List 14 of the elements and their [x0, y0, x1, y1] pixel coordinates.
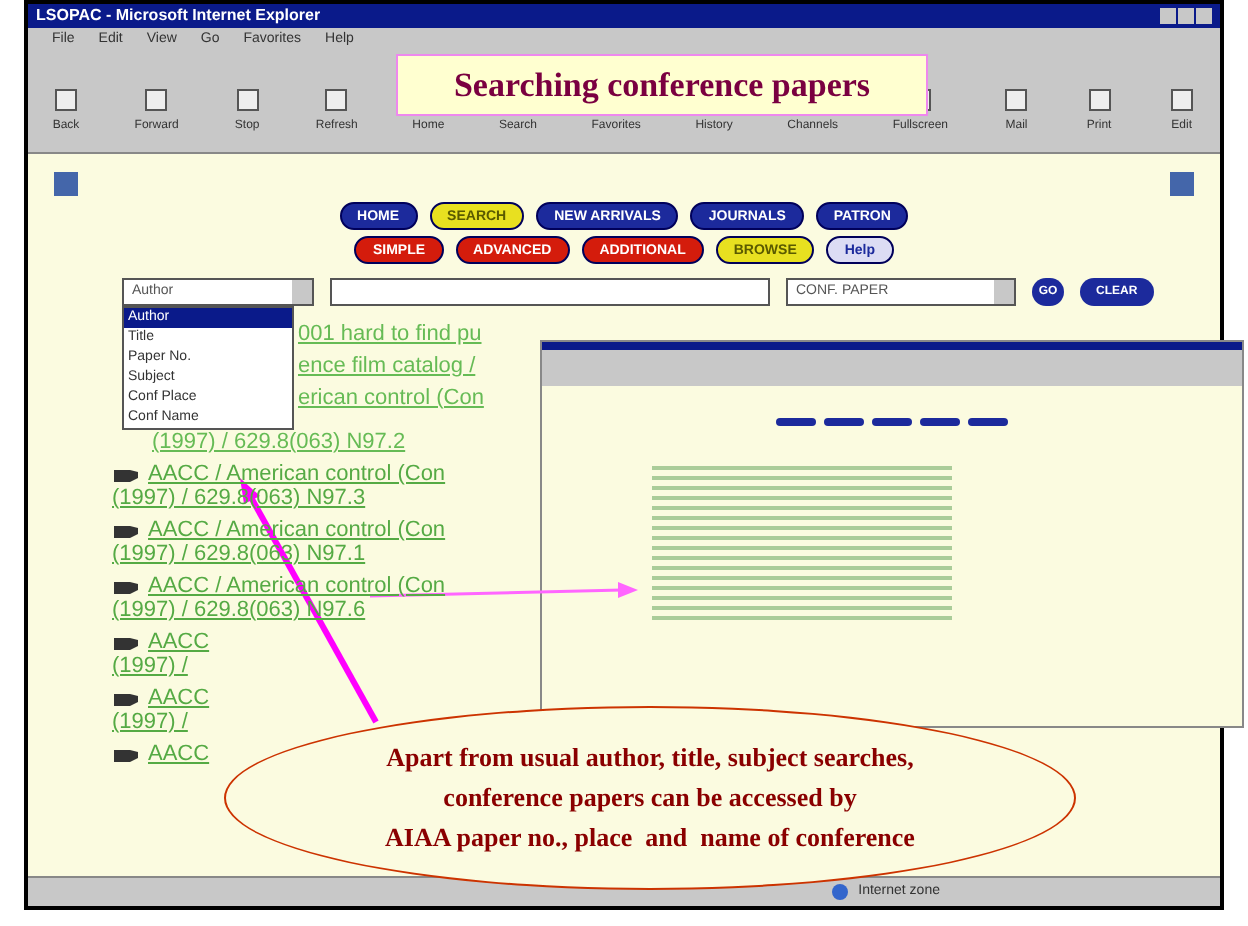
toolbar-icon	[233, 86, 262, 114]
globe-icon	[830, 882, 851, 902]
callout-text: AIAA paper no., place and name of conference	[385, 820, 915, 856]
window-title: LSOPAC - Microsoft Internet Explorer	[36, 8, 321, 24]
search-input[interactable]	[330, 278, 770, 306]
toolbar-icon	[142, 86, 171, 114]
toolbar-icon	[322, 86, 351, 114]
toolbar-icon	[1002, 86, 1031, 114]
callout-text: Apart from usual author, title, subject searches,	[386, 740, 914, 776]
callout-text: conference papers can be accessed by	[443, 780, 857, 816]
title-tooltip: Searching conference papers	[396, 54, 928, 116]
toolbar-icon	[1167, 86, 1196, 114]
toolbar-icon	[52, 86, 80, 114]
toolbar-icon	[1085, 86, 1114, 114]
